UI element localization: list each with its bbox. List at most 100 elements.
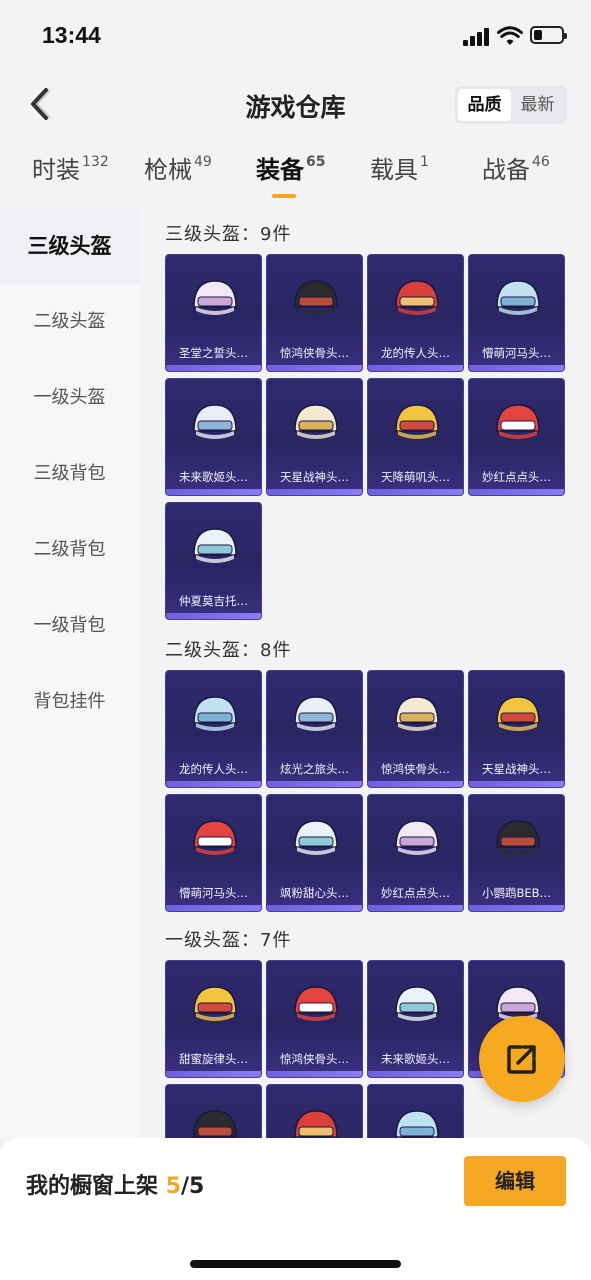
edit-button[interactable]: 编辑	[464, 1156, 566, 1206]
sidebar-item-level2-helmet[interactable]: 二级头盔	[0, 284, 139, 360]
item-card[interactable]: 懵萌河马头…	[468, 254, 565, 372]
item-card[interactable]: 懵萌河马头…	[165, 794, 262, 912]
sidebar-item-level2-backpack[interactable]: 二级背包	[0, 512, 139, 588]
item-grid: 三级头盔：9件 二级头盔：8件 一级头盔：7件 圣堂之誓头… 惊鸿侠骨头… 龙的传人…	[139, 208, 591, 1138]
item-name: 小鹦鹉BEB…	[481, 886, 552, 900]
helmet-icon	[496, 280, 540, 315]
item-card[interactable]: 未来歌姬头…	[165, 378, 262, 496]
tab-equipment[interactable]: 装备 65	[256, 150, 326, 198]
helmet-icon	[193, 820, 237, 855]
cellular-signal-icon	[463, 28, 489, 46]
tab-label: 战备	[482, 156, 530, 184]
item-card[interactable]: 天星战神头…	[266, 378, 363, 496]
sidebar-item-level1-helmet[interactable]: 一级头盔	[0, 360, 139, 436]
item-card[interactable]: 小鹦鹉BEB…	[468, 794, 565, 912]
tab-fashion[interactable]: 时装 132	[32, 150, 109, 185]
item-name: 未来歌姬头…	[179, 470, 248, 484]
tab-weapons[interactable]: 枪械 49	[144, 150, 212, 185]
sort-quality-button[interactable]: 品质	[458, 89, 511, 121]
bottom-bar: 我的橱窗上架 5/5 编辑	[0, 1138, 591, 1280]
helmet-icon	[193, 280, 237, 315]
item-name: 仲夏莫吉托…	[179, 594, 248, 608]
item-name: 惊鸿侠骨头…	[280, 346, 349, 360]
item-name: 天星战神头…	[280, 470, 349, 484]
item-name: 妙红点点头…	[482, 470, 551, 484]
helmet-icon	[395, 820, 439, 855]
helmet-icon	[193, 1110, 237, 1138]
tab-supplies[interactable]: 战备 46	[482, 150, 550, 185]
item-name: 懵萌河马头…	[482, 346, 551, 360]
item-name: 惊鸿侠骨头…	[280, 1052, 349, 1066]
showcase-count: 5	[165, 1174, 181, 1199]
tab-count: 132	[82, 154, 109, 170]
showcase-label: 我的橱窗上架	[26, 1174, 159, 1199]
sidebar-item-level3-backpack[interactable]: 三级背包	[0, 436, 139, 512]
helmet-icon	[193, 404, 237, 439]
item-card[interactable]: 甜蜜旋律头…	[165, 960, 262, 1078]
battery-icon	[530, 26, 567, 44]
helmet-icon	[294, 404, 338, 439]
section-title: 二级头盔：8件	[165, 640, 292, 661]
share-button[interactable]	[479, 1016, 565, 1102]
item-card[interactable]: 龙的传人头…	[367, 254, 464, 372]
showcase-total: /5	[181, 1174, 205, 1199]
item-card[interactable]: 惊鸿侠骨头…	[266, 960, 363, 1078]
item-card[interactable]	[266, 1084, 363, 1138]
helmet-icon	[395, 986, 439, 1021]
clock: 13:44	[42, 22, 101, 48]
status-bar: 13:44	[0, 0, 591, 72]
item-name: 龙的传人头…	[179, 762, 248, 776]
item-card[interactable]	[367, 1084, 464, 1138]
item-card[interactable]: 炫光之旅头…	[266, 670, 363, 788]
sidebar-item-level3-helmet[interactable]: 三级头盔	[0, 208, 139, 284]
tab-count: 49	[194, 154, 212, 170]
helmet-icon	[193, 528, 237, 563]
item-name: 飒粉甜心头…	[280, 886, 349, 900]
helmet-icon	[193, 986, 237, 1021]
item-name: 龙的传人头…	[381, 346, 450, 360]
tab-label: 枪械	[144, 156, 192, 184]
item-name: 懵萌河马头…	[179, 886, 248, 900]
sort-toggle: 品质 最新	[455, 86, 567, 124]
tab-label: 载具	[370, 156, 418, 184]
item-name: 炫光之旅头…	[280, 762, 349, 776]
item-name: 圣堂之誓头…	[179, 346, 248, 360]
helmet-icon	[496, 696, 540, 731]
sidebar-item-level1-backpack[interactable]: 一级背包	[0, 588, 139, 664]
helmet-icon	[294, 696, 338, 731]
section-title: 三级头盔：9件	[165, 224, 292, 245]
item-name: 妙红点点头…	[381, 886, 450, 900]
item-card[interactable]: 龙的传人头…	[165, 670, 262, 788]
item-name: 天星战神头…	[482, 762, 551, 776]
item-card[interactable]: 天降萌叽头…	[367, 378, 464, 496]
item-card[interactable]: 圣堂之誓头…	[165, 254, 262, 372]
helmet-icon	[395, 1110, 439, 1138]
item-name: 惊鸿侠骨头…	[381, 762, 450, 776]
helmet-icon	[193, 696, 237, 731]
section-title: 一级头盔：7件	[165, 930, 292, 951]
nav-header: 游戏仓库 品质 最新	[0, 72, 591, 136]
sidebar-item-backpack-charm[interactable]: 背包挂件	[0, 664, 139, 740]
showcase-status: 我的橱窗上架 5/5	[26, 1168, 204, 1200]
sort-newest-button[interactable]: 最新	[511, 89, 564, 121]
item-card[interactable]: 惊鸿侠骨头…	[367, 670, 464, 788]
helmet-icon	[395, 280, 439, 315]
wifi-icon	[497, 26, 523, 45]
tab-count: 1	[420, 154, 429, 170]
item-card[interactable]: 仲夏莫吉托…	[165, 502, 262, 620]
item-card[interactable]: 妙红点点头…	[468, 378, 565, 496]
share-icon	[507, 1045, 536, 1074]
tab-label: 时装	[32, 156, 80, 184]
item-card[interactable]: 天星战神头…	[468, 670, 565, 788]
item-card[interactable]: 飒粉甜心头…	[266, 794, 363, 912]
item-card[interactable]: 未来歌姬头…	[367, 960, 464, 1078]
tab-count: 65	[306, 154, 326, 170]
item-card[interactable]: 惊鸿侠骨头…	[266, 254, 363, 372]
helmet-icon	[294, 1110, 338, 1138]
item-name: 天降萌叽头…	[381, 470, 450, 484]
item-card[interactable]: 妙红点点头…	[367, 794, 464, 912]
item-card[interactable]	[165, 1084, 262, 1138]
helmet-icon	[496, 404, 540, 439]
equipment-sidebar: 三级头盔 二级头盔 一级头盔 三级背包 二级背包 一级背包 背包挂件	[0, 208, 139, 1138]
tab-vehicles[interactable]: 载具 1	[370, 150, 429, 185]
